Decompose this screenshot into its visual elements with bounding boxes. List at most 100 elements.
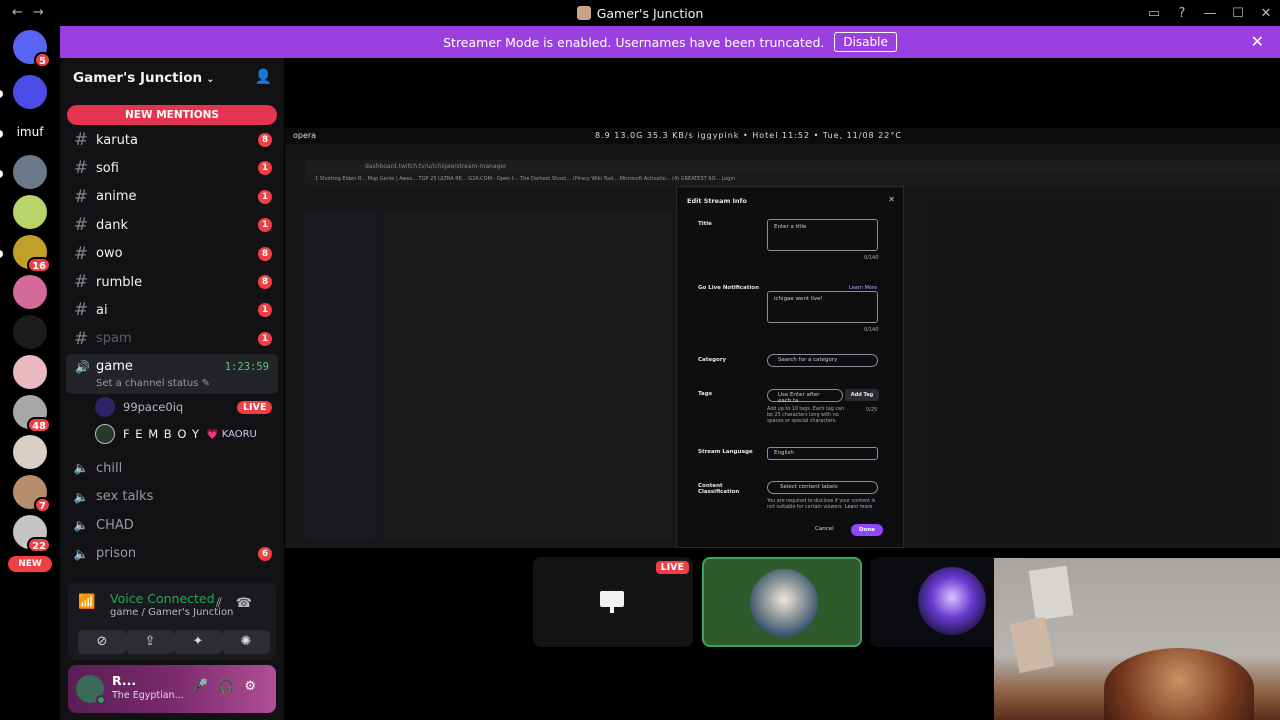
stream-right-pane	[925, 204, 1275, 544]
server-icon[interactable]	[13, 315, 47, 349]
mic-icon[interactable]: 🎤	[192, 679, 218, 694]
soundboard-button[interactable]: ✺	[222, 630, 270, 654]
channel-ai[interactable]: # ai 1	[68, 297, 276, 323]
channel-karuta[interactable]: # karuta 8	[68, 127, 276, 153]
tags-input: Use Enter after each ta	[767, 389, 843, 404]
voice-channel-game[interactable]: 🔊 game 1:23:59 Set a channel status ✎	[66, 354, 278, 394]
headphones-icon[interactable]: 🎧	[218, 679, 244, 694]
mention-count: 8	[258, 275, 272, 289]
voice-channel-chad[interactable]: 🔈 CHAD	[68, 512, 276, 538]
channel-name: karuta	[96, 132, 138, 148]
online-status-icon	[96, 695, 106, 705]
participant-tile-active[interactable]	[702, 557, 862, 647]
channel-name: rumble	[96, 274, 143, 290]
server-icon[interactable]	[13, 435, 47, 469]
channel-rumble[interactable]: # rumble 8	[68, 269, 276, 295]
camera-off-button[interactable]: ⊘	[78, 630, 126, 654]
window-titlebar: ←→ Gamer's Junction ▭ ? — ☐ ✕	[0, 0, 1280, 26]
disconnect-icon[interactable]: ☎	[236, 596, 266, 611]
close-banner-icon[interactable]: ✕	[1251, 32, 1264, 51]
voice-channel-name: game	[96, 359, 133, 374]
new-mentions-pill[interactable]: NEW MENTIONS	[67, 105, 277, 125]
channel-name: sofi	[96, 160, 119, 176]
mention-count: 1	[258, 303, 272, 318]
invite-people-icon[interactable]: 👤	[255, 69, 272, 85]
server-header[interactable]: Gamer's Junction ⌄ 👤	[60, 58, 284, 98]
channel-name: ai	[96, 302, 108, 318]
tags-count: 0/25	[866, 407, 878, 413]
server-icon[interactable]	[13, 355, 47, 389]
channel-spam[interactable]: # spam 1	[68, 326, 276, 352]
voice-user[interactable]: F E M B O Y 💗 KAORU	[95, 423, 257, 445]
channel-dank[interactable]: # dank 1	[68, 212, 276, 238]
channel-name: anime	[96, 189, 137, 205]
channel-owo[interactable]: # owo 8	[68, 241, 276, 267]
server-icon[interactable]: 5	[13, 30, 51, 68]
server-icon[interactable]: 16	[13, 235, 51, 273]
hash-icon: #	[73, 300, 89, 321]
title-label: Title	[698, 221, 712, 227]
server-icon	[576, 6, 591, 20]
stream-browser-tabs	[285, 144, 1280, 158]
disable-button[interactable]: Disable	[834, 32, 897, 52]
server-icon[interactable]	[13, 195, 47, 229]
server-icon[interactable]	[13, 275, 47, 309]
set-channel-status[interactable]: Set a channel status ✎	[96, 378, 210, 389]
maximize-icon[interactable]: ☐	[1224, 6, 1252, 21]
screen-share-button[interactable]: ⇪	[126, 630, 174, 654]
activities-button[interactable]: ✦	[174, 630, 222, 654]
server-icon[interactable]	[13, 155, 47, 189]
voice-channel-sex-talks[interactable]: 🔈 sex talks	[68, 484, 276, 510]
stream-tile[interactable]: LIVE	[533, 557, 693, 647]
category-search: Search for a category	[767, 354, 878, 367]
wall-poster	[1028, 565, 1074, 621]
server-icon[interactable]: 7	[13, 475, 51, 513]
notif-count: 0/140	[864, 327, 879, 333]
close-window-icon[interactable]: ✕	[1252, 6, 1280, 21]
camera-feed[interactable]	[994, 558, 1280, 720]
live-badge: LIVE	[237, 400, 273, 414]
channel-name: prison	[96, 546, 137, 561]
modal-title: Edit Stream Info	[687, 197, 747, 205]
voice-channel-prison[interactable]: 🔈 prison 6	[68, 541, 276, 567]
signal-icon[interactable]: 📶	[78, 594, 102, 618]
inbox-icon[interactable]: ▭	[1140, 6, 1168, 21]
live-badge: LIVE	[655, 561, 689, 574]
server-icon[interactable]: imuf	[13, 115, 47, 149]
window-title-text: Gamer's Junction	[596, 6, 704, 21]
wall-poster	[1009, 616, 1055, 674]
language-select: English	[767, 447, 878, 460]
channel-sofi[interactable]: # sofi 1	[68, 155, 276, 181]
server-avatar	[13, 195, 47, 229]
minimize-icon[interactable]: —	[1196, 6, 1224, 21]
voice-user[interactable]: 99pace0iq LIVE	[95, 396, 273, 418]
settings-gear-icon[interactable]: ⚙	[244, 679, 266, 694]
channel-anime[interactable]: # anime 1	[68, 184, 276, 210]
tags-help: Add up to 10 tags. Each tag can be 25 ch…	[767, 407, 844, 424]
notification-input: ichigae went live!	[767, 291, 878, 323]
mention-count: 1	[258, 161, 272, 176]
edit-stream-info-modal: Edit Stream Info ✕ Title Enter a title 0…	[676, 186, 904, 548]
stream-os-bar: opera 8.9 13.0G 35.3 KB/s iggypink • Hot…	[285, 128, 1280, 144]
server-icon[interactable]: 48	[13, 395, 51, 433]
hash-icon: #	[73, 186, 89, 207]
avatar	[918, 567, 986, 635]
hash-icon: #	[73, 272, 89, 292]
voice-status: Voice Connected	[110, 591, 215, 606]
server-avatar: imuf	[13, 115, 47, 149]
new-unreads-pill[interactable]: NEW	[8, 556, 52, 572]
server-avatar	[13, 435, 47, 469]
voice-user-name: 99pace0iq	[123, 400, 184, 414]
server-icon[interactable]: 22	[13, 515, 51, 553]
mention-count: 1	[258, 218, 272, 233]
streamer-mode-banner: Streamer Mode is enabled. Usernames have…	[60, 26, 1280, 58]
close-icon: ✕	[888, 195, 895, 204]
voice-channel-chill[interactable]: 🔈 chill	[68, 455, 276, 481]
voice-user-name: F E M B O Y	[123, 427, 201, 441]
help-icon[interactable]: ?	[1168, 6, 1196, 21]
voice-location[interactable]: game / Gamer's Junction	[110, 607, 233, 618]
username[interactable]: R...	[112, 673, 136, 688]
channel-name: owo	[96, 246, 123, 262]
noise-suppression-icon[interactable]: ⫽	[216, 596, 236, 611]
server-icon[interactable]	[13, 75, 47, 109]
